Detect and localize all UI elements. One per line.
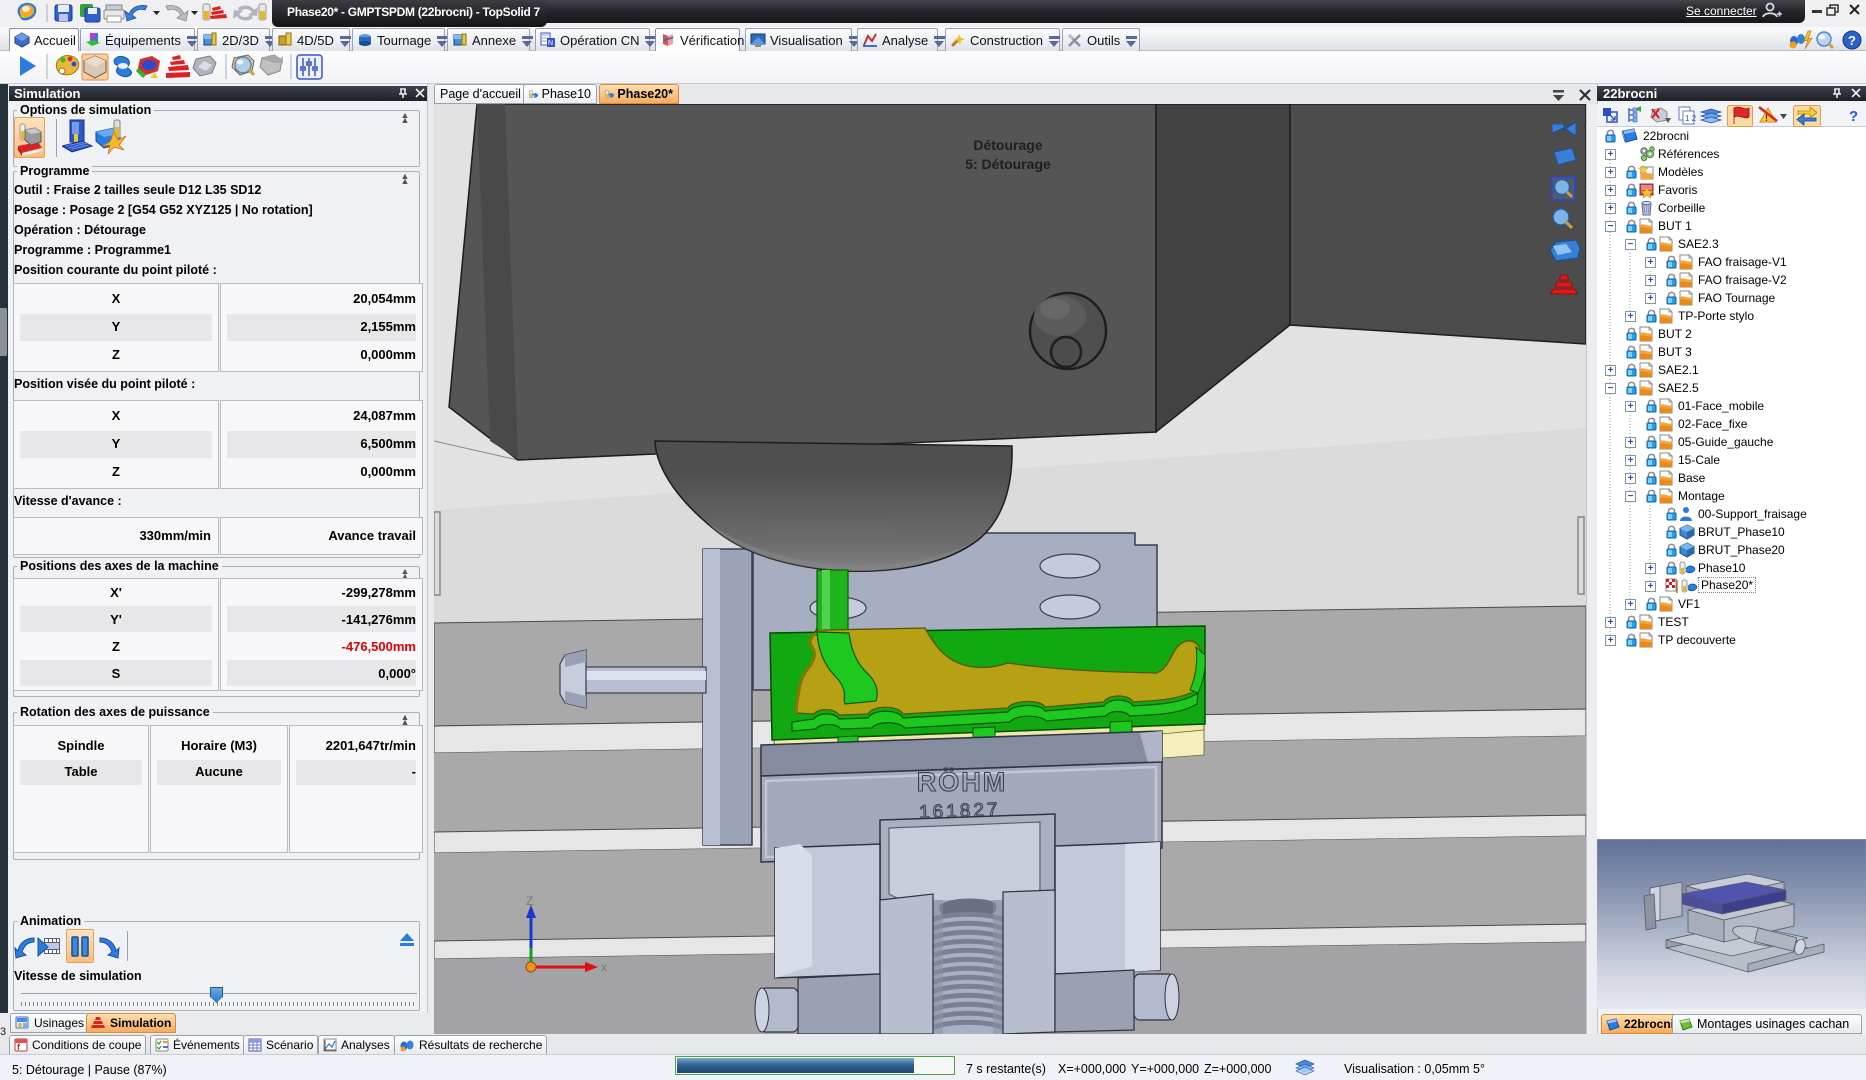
svg-text:1 2: 1 2 xyxy=(1685,114,1697,123)
svg-text:x: x xyxy=(601,960,607,974)
svg-text:RÖHM: RÖHM xyxy=(917,767,1008,797)
svg-text:?: ? xyxy=(1848,33,1856,48)
svg-text:N: N xyxy=(548,40,553,47)
svg-text:Z: Z xyxy=(526,894,533,908)
svg-text:?: ? xyxy=(1849,108,1858,125)
svg-text:Détourage: Détourage xyxy=(973,137,1042,153)
svg-text:5: Détourage: 5: Détourage xyxy=(965,156,1051,172)
